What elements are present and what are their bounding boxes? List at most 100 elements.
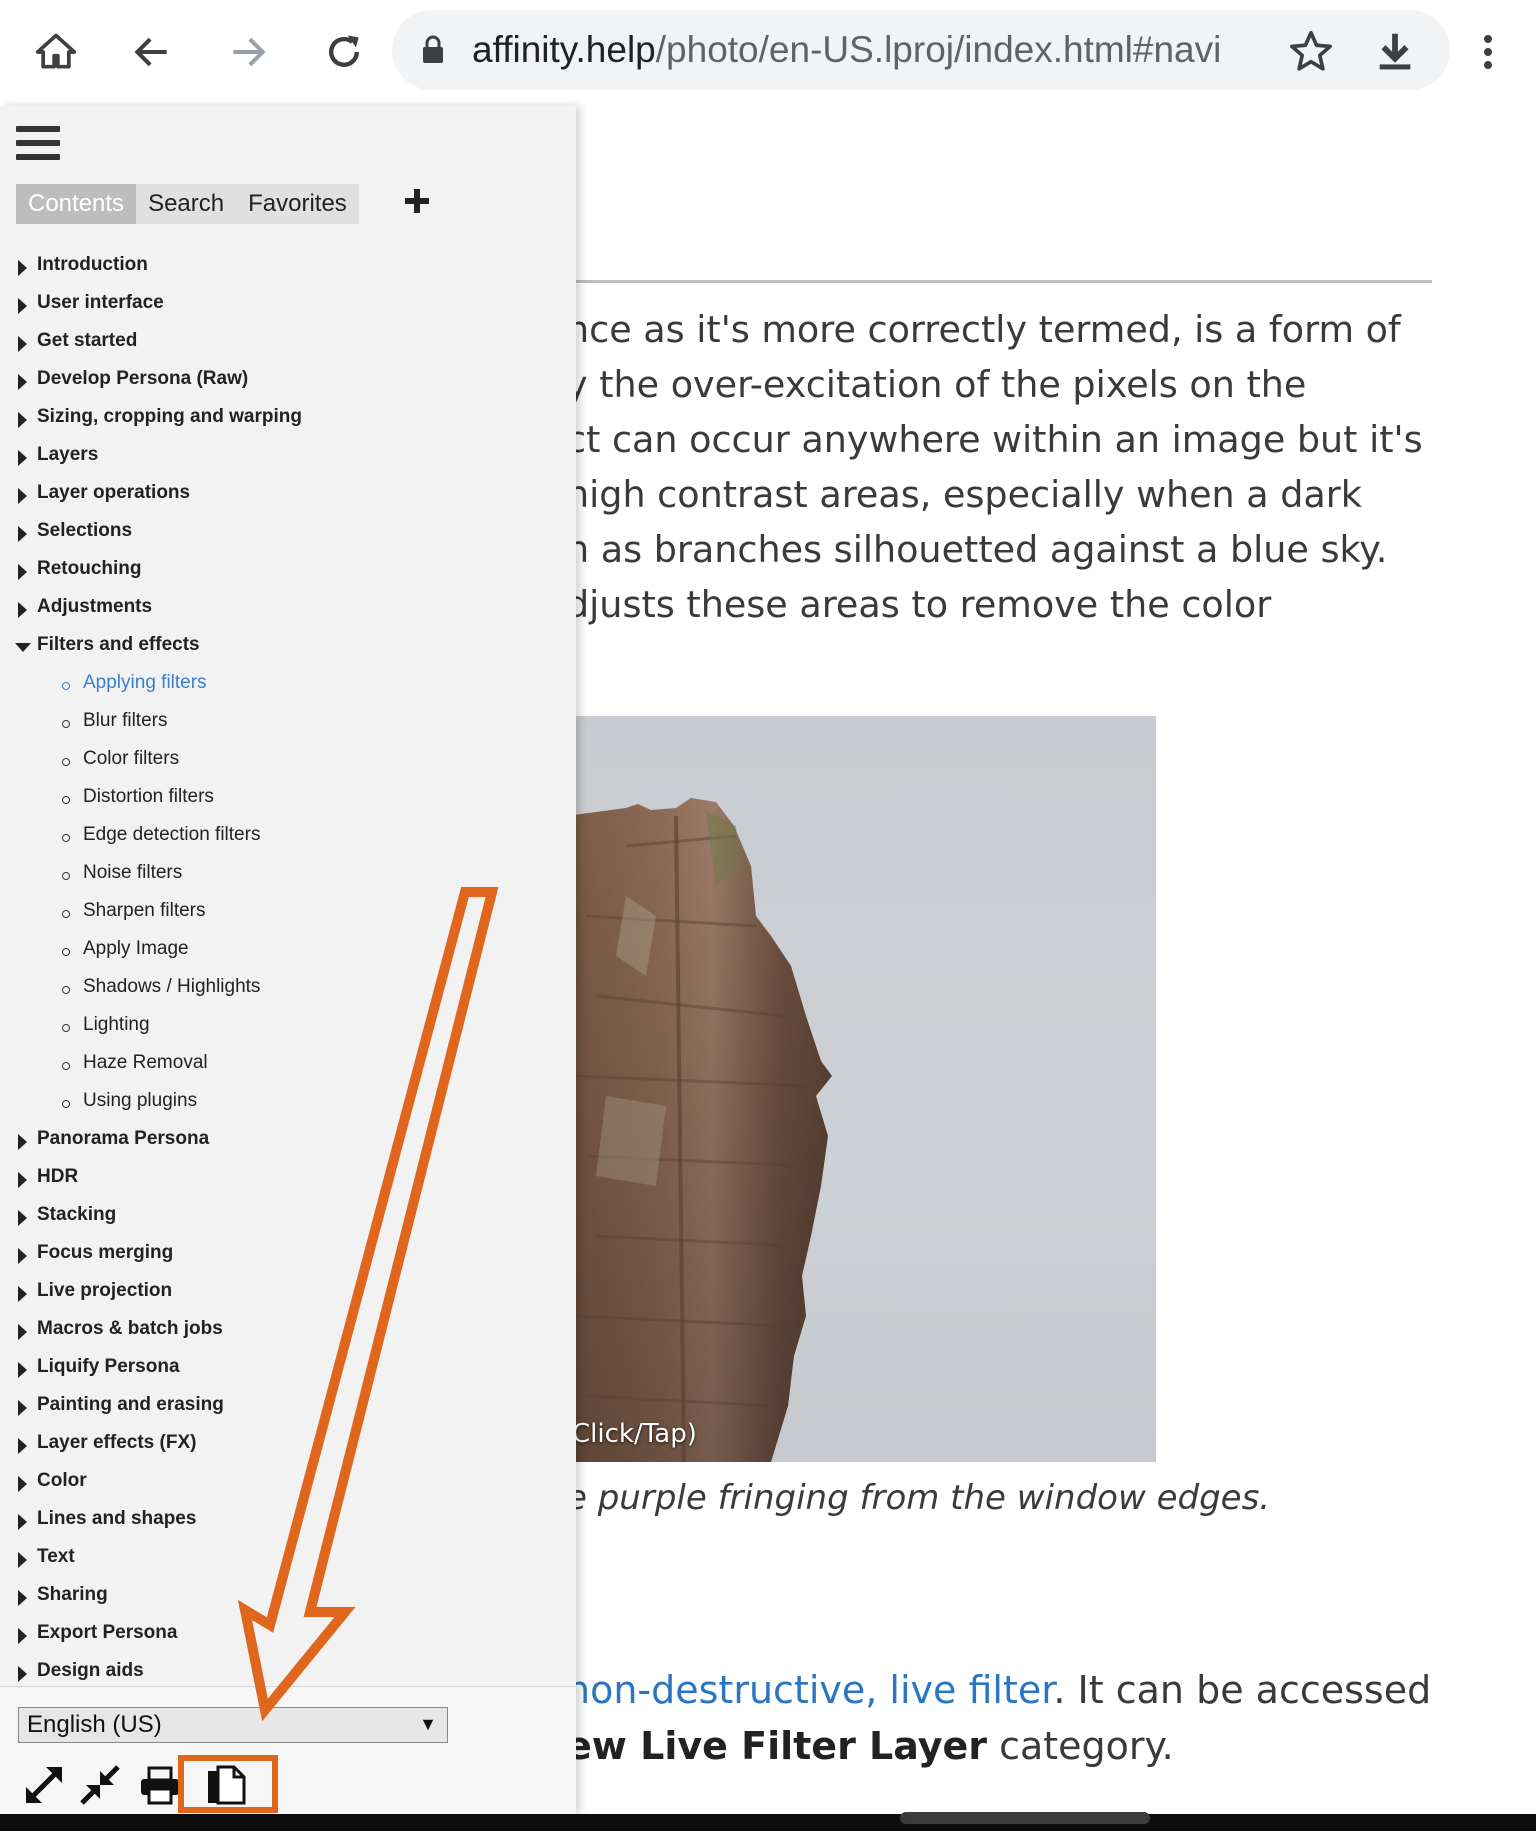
expand-triangle-icon[interactable] bbox=[18, 1210, 27, 1226]
expand-triangle-icon[interactable] bbox=[18, 1324, 27, 1340]
toc-label[interactable]: Selections bbox=[37, 520, 132, 542]
toc-label[interactable]: Stacking bbox=[37, 1204, 116, 1226]
toc-item-retouching[interactable]: Retouching bbox=[0, 552, 576, 590]
add-favorite-icon[interactable] bbox=[402, 186, 432, 216]
expand-triangle-icon[interactable] bbox=[18, 1400, 27, 1416]
toc-subitem-blur-filters[interactable]: Blur filters bbox=[0, 704, 576, 742]
toc-label[interactable]: Retouching bbox=[37, 558, 142, 580]
toc-label[interactable]: Filters and effects bbox=[37, 634, 200, 656]
toc-item-lines-and-shapes[interactable]: Lines and shapes bbox=[0, 1502, 576, 1540]
toc-label[interactable]: User interface bbox=[37, 292, 164, 314]
toc-item-panorama-persona[interactable]: Panorama Persona bbox=[0, 1122, 576, 1160]
language-select[interactable]: English (US) ▼ bbox=[18, 1707, 448, 1743]
toc-label[interactable]: Sharing bbox=[37, 1584, 108, 1606]
toc-item-color[interactable]: Color bbox=[0, 1464, 576, 1502]
toc-label[interactable]: Develop Persona (Raw) bbox=[37, 368, 248, 390]
toc-subitem-shadows-highlights[interactable]: Shadows / Highlights bbox=[0, 970, 576, 1008]
expand-triangle-icon[interactable] bbox=[18, 602, 27, 618]
toc-label[interactable]: Applying filters bbox=[83, 672, 207, 694]
toc-subitem-applying-filters[interactable]: Applying filters bbox=[0, 666, 576, 704]
print-icon[interactable] bbox=[138, 1763, 182, 1807]
home-button[interactable] bbox=[26, 22, 86, 82]
toc-subitem-lighting[interactable]: Lighting bbox=[0, 1008, 576, 1046]
expand-triangle-icon[interactable] bbox=[18, 298, 27, 314]
toc-label[interactable]: Layer effects (FX) bbox=[37, 1432, 196, 1454]
toc-label[interactable]: Panorama Persona bbox=[37, 1128, 209, 1150]
toc-item-hdr[interactable]: HDR bbox=[0, 1160, 576, 1198]
toc-item-stacking[interactable]: Stacking bbox=[0, 1198, 576, 1236]
toc-item-painting[interactable]: Painting and erasing bbox=[0, 1388, 576, 1426]
toc-subitem-sharpen-filters[interactable]: Sharpen filters bbox=[0, 894, 576, 932]
toc-label[interactable]: Focus merging bbox=[37, 1242, 173, 1264]
toc-subitem-edge-detection-filters[interactable]: Edge detection filters bbox=[0, 818, 576, 856]
toc-label[interactable]: Export Persona bbox=[37, 1622, 177, 1644]
toc-label[interactable]: Blur filters bbox=[83, 710, 167, 732]
gesture-handle[interactable] bbox=[900, 1812, 1150, 1824]
toc-item-export-persona[interactable]: Export Persona bbox=[0, 1616, 576, 1654]
toc-label[interactable]: Shadows / Highlights bbox=[83, 976, 260, 998]
toc-item-layer-effects[interactable]: Layer effects (FX) bbox=[0, 1426, 576, 1464]
address-bar[interactable]: affinity.help/photo/en-US.lproj/index.ht… bbox=[392, 10, 1450, 90]
toc-item-develop-persona[interactable]: Develop Persona (Raw) bbox=[0, 362, 576, 400]
toc-item-selections[interactable]: Selections bbox=[0, 514, 576, 552]
toc-label[interactable]: Introduction bbox=[37, 254, 148, 276]
toc-subitem-distortion-filters[interactable]: Distortion filters bbox=[0, 780, 576, 818]
toc-item-text[interactable]: Text bbox=[0, 1540, 576, 1578]
toc-label[interactable]: Using plugins bbox=[83, 1090, 197, 1112]
expand-all-icon[interactable] bbox=[22, 1763, 66, 1807]
expand-triangle-icon[interactable] bbox=[18, 1172, 27, 1188]
toc-subitem-apply-image[interactable]: Apply Image bbox=[0, 932, 576, 970]
live-filter-link[interactable]: non-destructive, live filter bbox=[566, 1668, 1053, 1712]
toc-label[interactable]: Haze Removal bbox=[83, 1052, 208, 1074]
toc-item-filters-and-effects[interactable]: Filters and effects bbox=[0, 628, 576, 666]
toc-label[interactable]: Sharpen filters bbox=[83, 900, 206, 922]
expand-triangle-icon[interactable] bbox=[18, 1552, 27, 1568]
expand-triangle-icon[interactable] bbox=[18, 1476, 27, 1492]
expand-triangle-icon[interactable] bbox=[18, 1362, 27, 1378]
toc-label[interactable]: Get started bbox=[37, 330, 137, 352]
tab-favorites[interactable]: Favorites bbox=[236, 184, 359, 224]
toc-item-layer-operations[interactable]: Layer operations bbox=[0, 476, 576, 514]
toc-label[interactable]: Painting and erasing bbox=[37, 1394, 224, 1416]
toc-label[interactable]: Color bbox=[37, 1470, 87, 1492]
expand-triangle-icon[interactable] bbox=[18, 336, 27, 352]
toc-label[interactable]: Apply Image bbox=[83, 938, 189, 960]
url-text[interactable]: affinity.help/photo/en-US.lproj/index.ht… bbox=[472, 27, 1242, 73]
expand-triangle-icon[interactable] bbox=[18, 488, 27, 504]
toc-item-live-projection[interactable]: Live projection bbox=[0, 1274, 576, 1312]
expand-triangle-icon[interactable] bbox=[18, 1286, 27, 1302]
download-icon[interactable] bbox=[1372, 28, 1418, 74]
expand-triangle-icon[interactable] bbox=[18, 1590, 27, 1606]
toc-label[interactable]: Noise filters bbox=[83, 862, 182, 884]
toc-item-focus-merging[interactable]: Focus merging bbox=[0, 1236, 576, 1274]
expand-triangle-icon[interactable] bbox=[18, 1438, 27, 1454]
toc-label[interactable]: Lighting bbox=[83, 1014, 150, 1036]
tab-contents[interactable]: Contents bbox=[16, 184, 137, 224]
toc-item-macros[interactable]: Macros & batch jobs bbox=[0, 1312, 576, 1350]
expand-triangle-icon[interactable] bbox=[18, 564, 27, 580]
toc-subitem-using-plugins[interactable]: Using plugins bbox=[0, 1084, 576, 1122]
toc-item-sharing[interactable]: Sharing bbox=[0, 1578, 576, 1616]
star-icon[interactable] bbox=[1288, 28, 1334, 74]
toc-label[interactable]: Text bbox=[37, 1546, 75, 1568]
forward-button[interactable] bbox=[218, 22, 278, 82]
toc-label[interactable]: Adjustments bbox=[37, 596, 152, 618]
toc-subitem-noise-filters[interactable]: Noise filters bbox=[0, 856, 576, 894]
toc-label[interactable]: Lines and shapes bbox=[37, 1508, 196, 1530]
more-menu-button[interactable] bbox=[1468, 28, 1508, 76]
toc-label[interactable]: Macros & batch jobs bbox=[37, 1318, 223, 1340]
toc-label[interactable]: Design aids bbox=[37, 1660, 144, 1682]
expand-triangle-icon[interactable] bbox=[18, 260, 27, 276]
toc-label[interactable]: HDR bbox=[37, 1166, 78, 1188]
expand-triangle-icon[interactable] bbox=[18, 412, 27, 428]
toc-label[interactable]: Live projection bbox=[37, 1280, 172, 1302]
toc-item-user-interface[interactable]: User interface bbox=[0, 286, 576, 324]
toc-label[interactable]: Sizing, cropping and warping bbox=[37, 406, 302, 428]
expand-triangle-icon[interactable] bbox=[18, 450, 27, 466]
tab-search[interactable]: Search bbox=[136, 184, 236, 224]
toc-label[interactable]: Color filters bbox=[83, 748, 179, 770]
expand-triangle-icon[interactable] bbox=[18, 1666, 27, 1682]
toc-label[interactable]: Layers bbox=[37, 444, 98, 466]
toc-item-get-started[interactable]: Get started bbox=[0, 324, 576, 362]
expand-triangle-icon[interactable] bbox=[18, 1134, 27, 1150]
